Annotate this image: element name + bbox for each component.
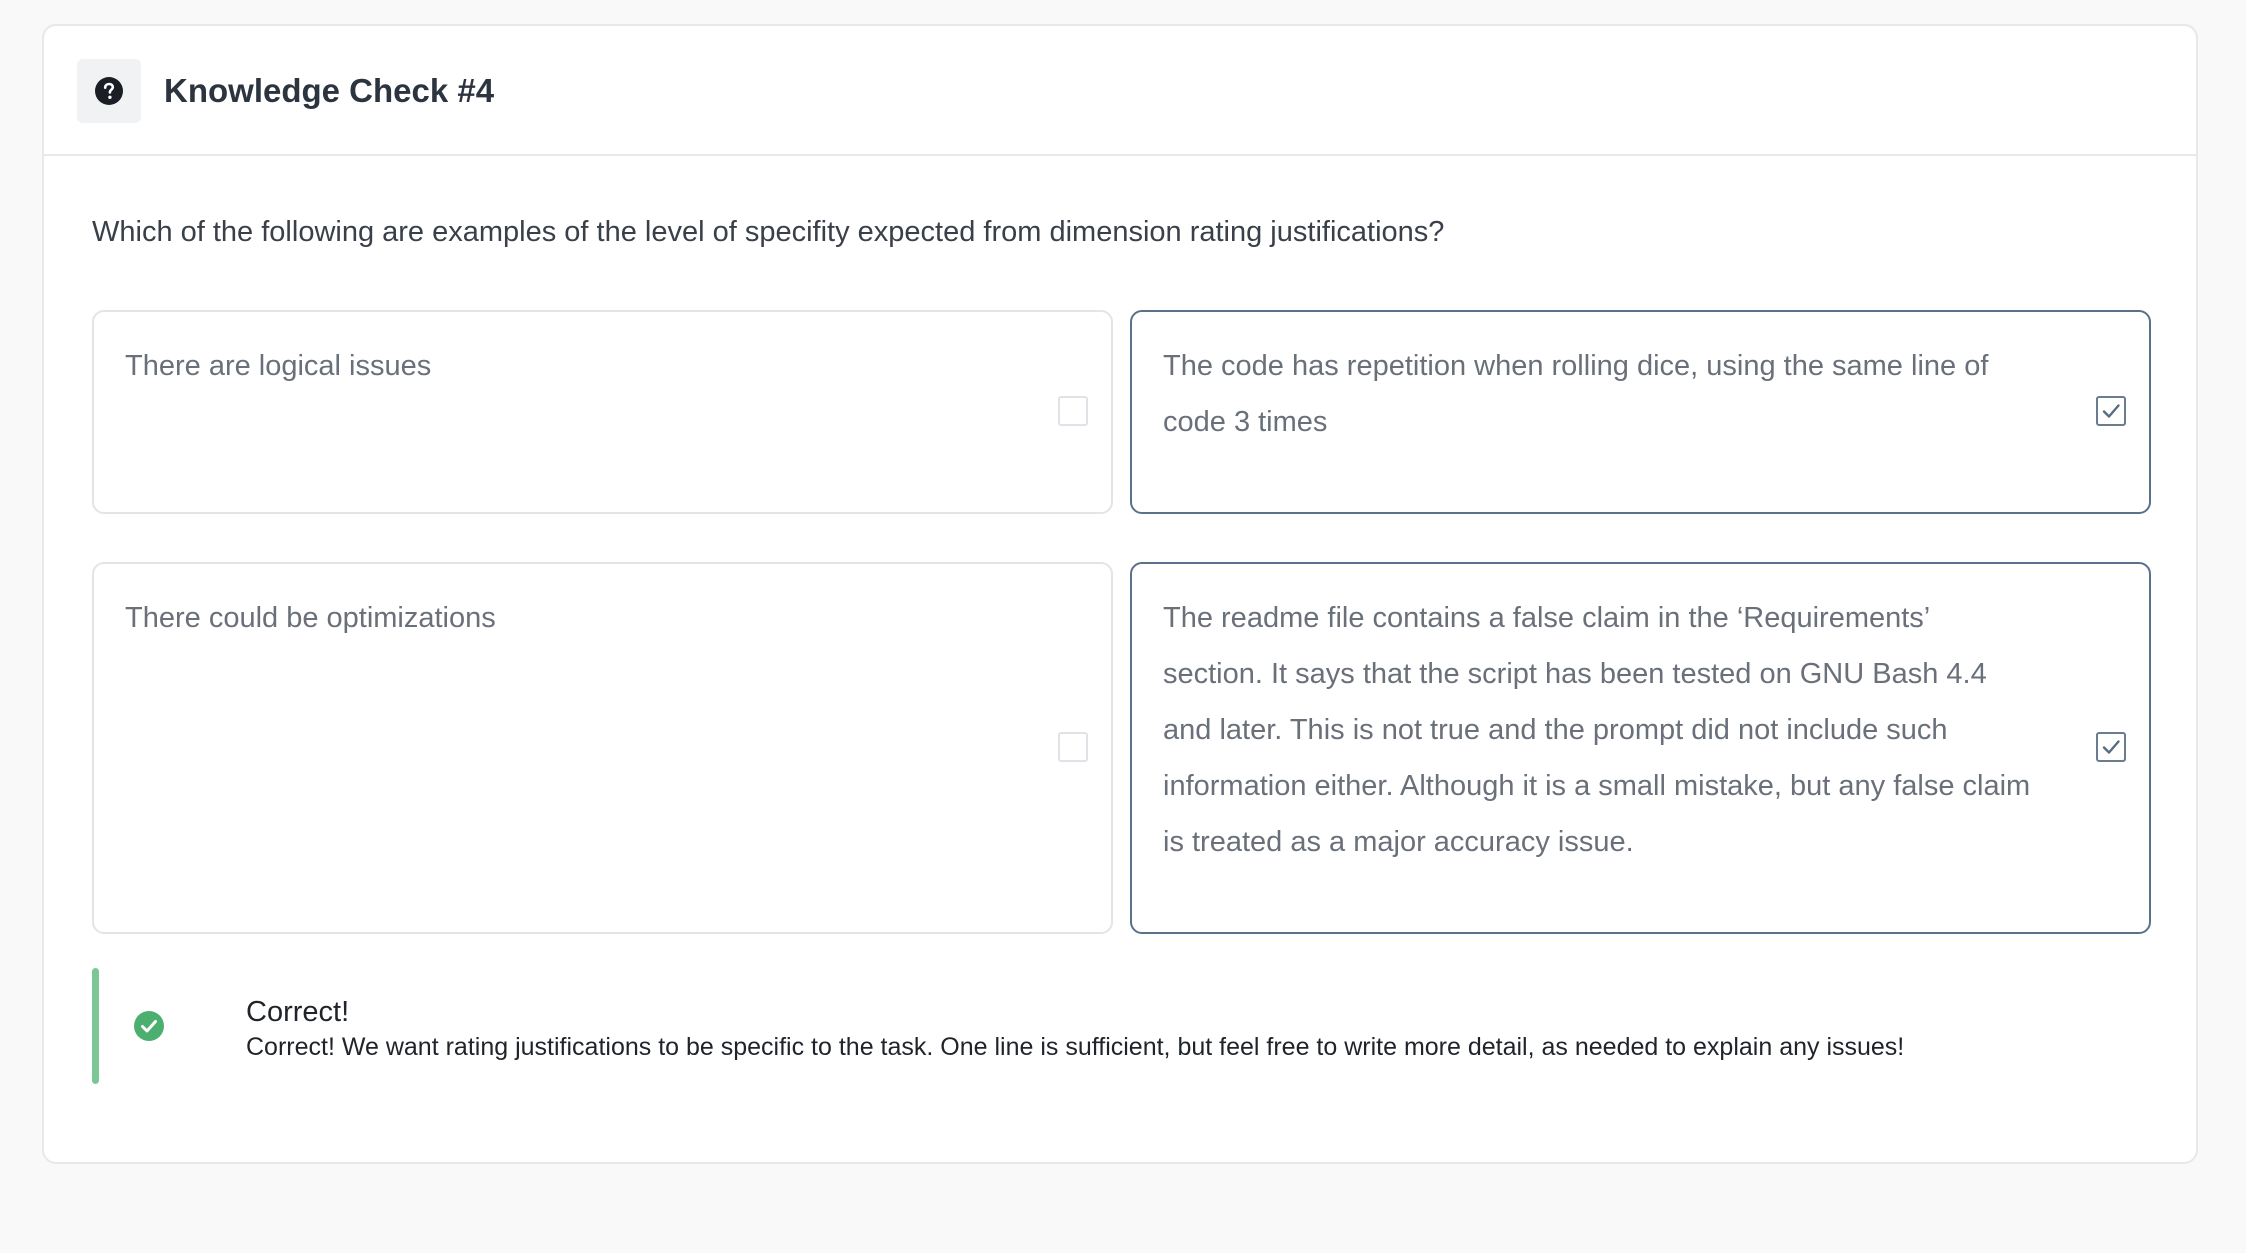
option-checkbox-1[interactable] (1058, 396, 1088, 426)
feedback-panel: Correct! Correct! We want rating justifi… (92, 968, 2192, 1084)
option-label-2: The code has repetition when rolling dic… (1163, 350, 1989, 438)
option-card-4[interactable]: The readme file contains a false claim i… (1130, 562, 2151, 934)
feedback-accent-bar (92, 968, 99, 1084)
feedback-message: Correct! We want rating justifications t… (246, 1033, 1905, 1061)
option-checkbox-4[interactable] (2096, 732, 2126, 762)
checkmark-icon (2102, 740, 2120, 754)
page-title: Knowledge Check #4 (164, 72, 495, 109)
option-label-3: There could be optimizations (125, 602, 496, 634)
option-card-3[interactable]: There could be optimizations (92, 562, 1113, 934)
question-text: Which of the following are examples of t… (92, 216, 1445, 248)
check-circle-icon (134, 1011, 164, 1041)
question-circle-icon (95, 77, 123, 105)
option-card-1[interactable]: There are logical issues (92, 310, 1113, 514)
option-label-4: The readme file contains a false claim i… (1163, 602, 2031, 858)
question-icon-box (77, 59, 141, 123)
knowledge-check-card: Knowledge Check #4 Which of the followin… (42, 24, 2198, 1164)
feedback-title: Correct! (246, 996, 350, 1028)
option-label-1: There are logical issues (125, 350, 432, 382)
checkmark-icon (2102, 404, 2120, 418)
option-checkbox-3[interactable] (1058, 732, 1088, 762)
option-checkbox-2[interactable] (2096, 396, 2126, 426)
option-card-2[interactable]: The code has repetition when rolling dic… (1130, 310, 2151, 514)
card-header: Knowledge Check #4 (44, 26, 2196, 156)
